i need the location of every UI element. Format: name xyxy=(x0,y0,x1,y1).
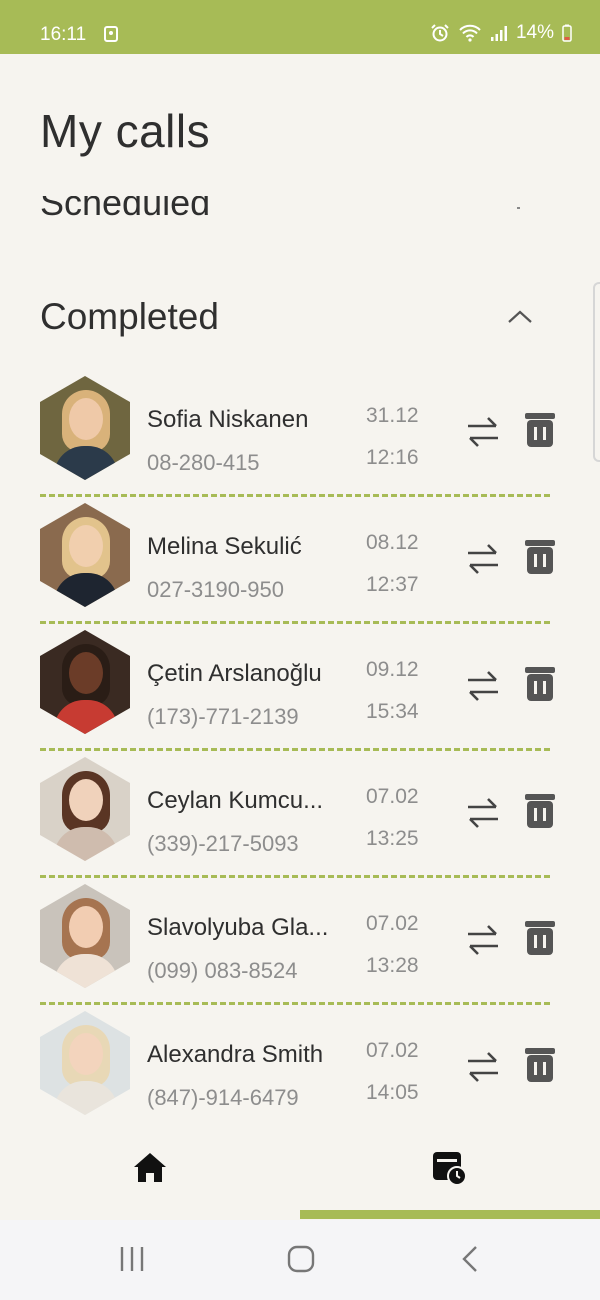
bottom-nav xyxy=(0,1134,600,1220)
contact-phone: (173)-771-2139 xyxy=(147,704,299,729)
contact-phone: (339)-217-5093 xyxy=(147,831,299,856)
call-time: 15:34 xyxy=(366,700,419,723)
call-date: 08.12 xyxy=(366,531,419,554)
notification-icon xyxy=(104,26,118,42)
call-time: 12:16 xyxy=(366,446,419,469)
call-date: 31.12 xyxy=(366,404,419,427)
contact-phone: (847)-914-6479 xyxy=(147,1085,299,1110)
trash-icon[interactable] xyxy=(524,1047,556,1083)
scheduled-expand-icon[interactable] xyxy=(517,207,520,209)
avatar xyxy=(40,1011,130,1115)
completed-section-label: Completed xyxy=(40,296,219,337)
contact-name: Slavolyuba Gla... xyxy=(147,914,329,941)
call-time: 12:37 xyxy=(366,573,419,596)
call-date: 07.02 xyxy=(366,785,419,808)
trash-icon[interactable] xyxy=(524,412,556,448)
signal-icon xyxy=(490,26,507,41)
system-navigation-bar xyxy=(0,1220,600,1300)
trash-icon[interactable] xyxy=(524,539,556,575)
status-time: 16:11 xyxy=(40,24,87,45)
alarm-icon xyxy=(431,24,449,42)
contact-phone: 08-280-415 xyxy=(147,450,260,475)
scheduled-section-header[interactable]: Scheduled xyxy=(40,196,340,224)
swap-arrows-icon[interactable] xyxy=(464,1049,502,1085)
contact-name: Ceylan Kumcu... xyxy=(147,787,324,814)
call-date: 07.02 xyxy=(366,912,419,935)
call-date: 09.12 xyxy=(366,658,419,681)
swap-arrows-icon[interactable] xyxy=(464,668,502,704)
home-circle-icon[interactable] xyxy=(281,1244,321,1274)
scrollbar[interactable] xyxy=(593,282,600,462)
swap-arrows-icon[interactable] xyxy=(464,541,502,577)
contact-name: Çetin Arslanoğlu xyxy=(147,660,322,687)
status-bar: 16:11 14% xyxy=(0,0,600,54)
contact-phone: (099) 083-8524 xyxy=(147,958,298,983)
call-time: 14:05 xyxy=(366,1081,419,1104)
call-row[interactable]: Sofia Niskanen 08-280-415 31.12 12:16 xyxy=(40,370,560,497)
contact-name: Sofia Niskanen xyxy=(147,406,309,433)
call-row[interactable]: Ceylan Kumcu... (339)-217-5093 07.02 13:… xyxy=(40,751,560,878)
avatar xyxy=(40,503,130,607)
call-date: 07.02 xyxy=(366,1039,419,1062)
call-row[interactable]: Çetin Arslanoğlu (173)-771-2139 09.12 15… xyxy=(40,624,560,751)
call-time: 13:28 xyxy=(366,954,419,977)
call-row[interactable]: Alexandra Smith (847)-914-6479 07.02 14:… xyxy=(40,1005,560,1132)
page-title: My calls xyxy=(40,105,211,157)
back-icon[interactable] xyxy=(452,1244,492,1274)
active-tab-indicator xyxy=(300,1210,600,1219)
chevron-up-icon[interactable] xyxy=(500,300,540,334)
trash-icon[interactable] xyxy=(524,793,556,829)
call-row[interactable]: Slavolyuba Gla... (099) 083-8524 07.02 1… xyxy=(40,878,560,1005)
completed-calls-list: Sofia Niskanen 08-280-415 31.12 12:16 Me… xyxy=(40,370,560,1132)
trash-icon[interactable] xyxy=(524,666,556,702)
avatar xyxy=(40,630,130,734)
call-row[interactable]: Melina Sekulić 027-3190-950 08.12 12:37 xyxy=(40,497,560,624)
wifi-icon xyxy=(459,24,481,42)
contact-name: Alexandra Smith xyxy=(147,1041,324,1068)
recent-apps-icon[interactable] xyxy=(112,1244,152,1274)
avatar xyxy=(40,376,130,480)
swap-arrows-icon[interactable] xyxy=(464,922,502,958)
contact-phone: 027-3190-950 xyxy=(147,577,285,602)
trash-icon[interactable] xyxy=(524,920,556,956)
battery-percentage: 14% xyxy=(515,22,554,43)
swap-arrows-icon[interactable] xyxy=(464,414,502,450)
call-time: 13:25 xyxy=(366,827,419,850)
home-icon[interactable] xyxy=(130,1148,170,1188)
scheduled-calendar-icon[interactable] xyxy=(430,1148,470,1188)
swap-arrows-icon[interactable] xyxy=(464,795,502,831)
avatar xyxy=(40,757,130,861)
battery-low-icon xyxy=(562,24,572,42)
avatar xyxy=(40,884,130,988)
contact-name: Melina Sekulić xyxy=(147,533,302,560)
scheduled-section-label: Scheduled xyxy=(40,196,211,223)
